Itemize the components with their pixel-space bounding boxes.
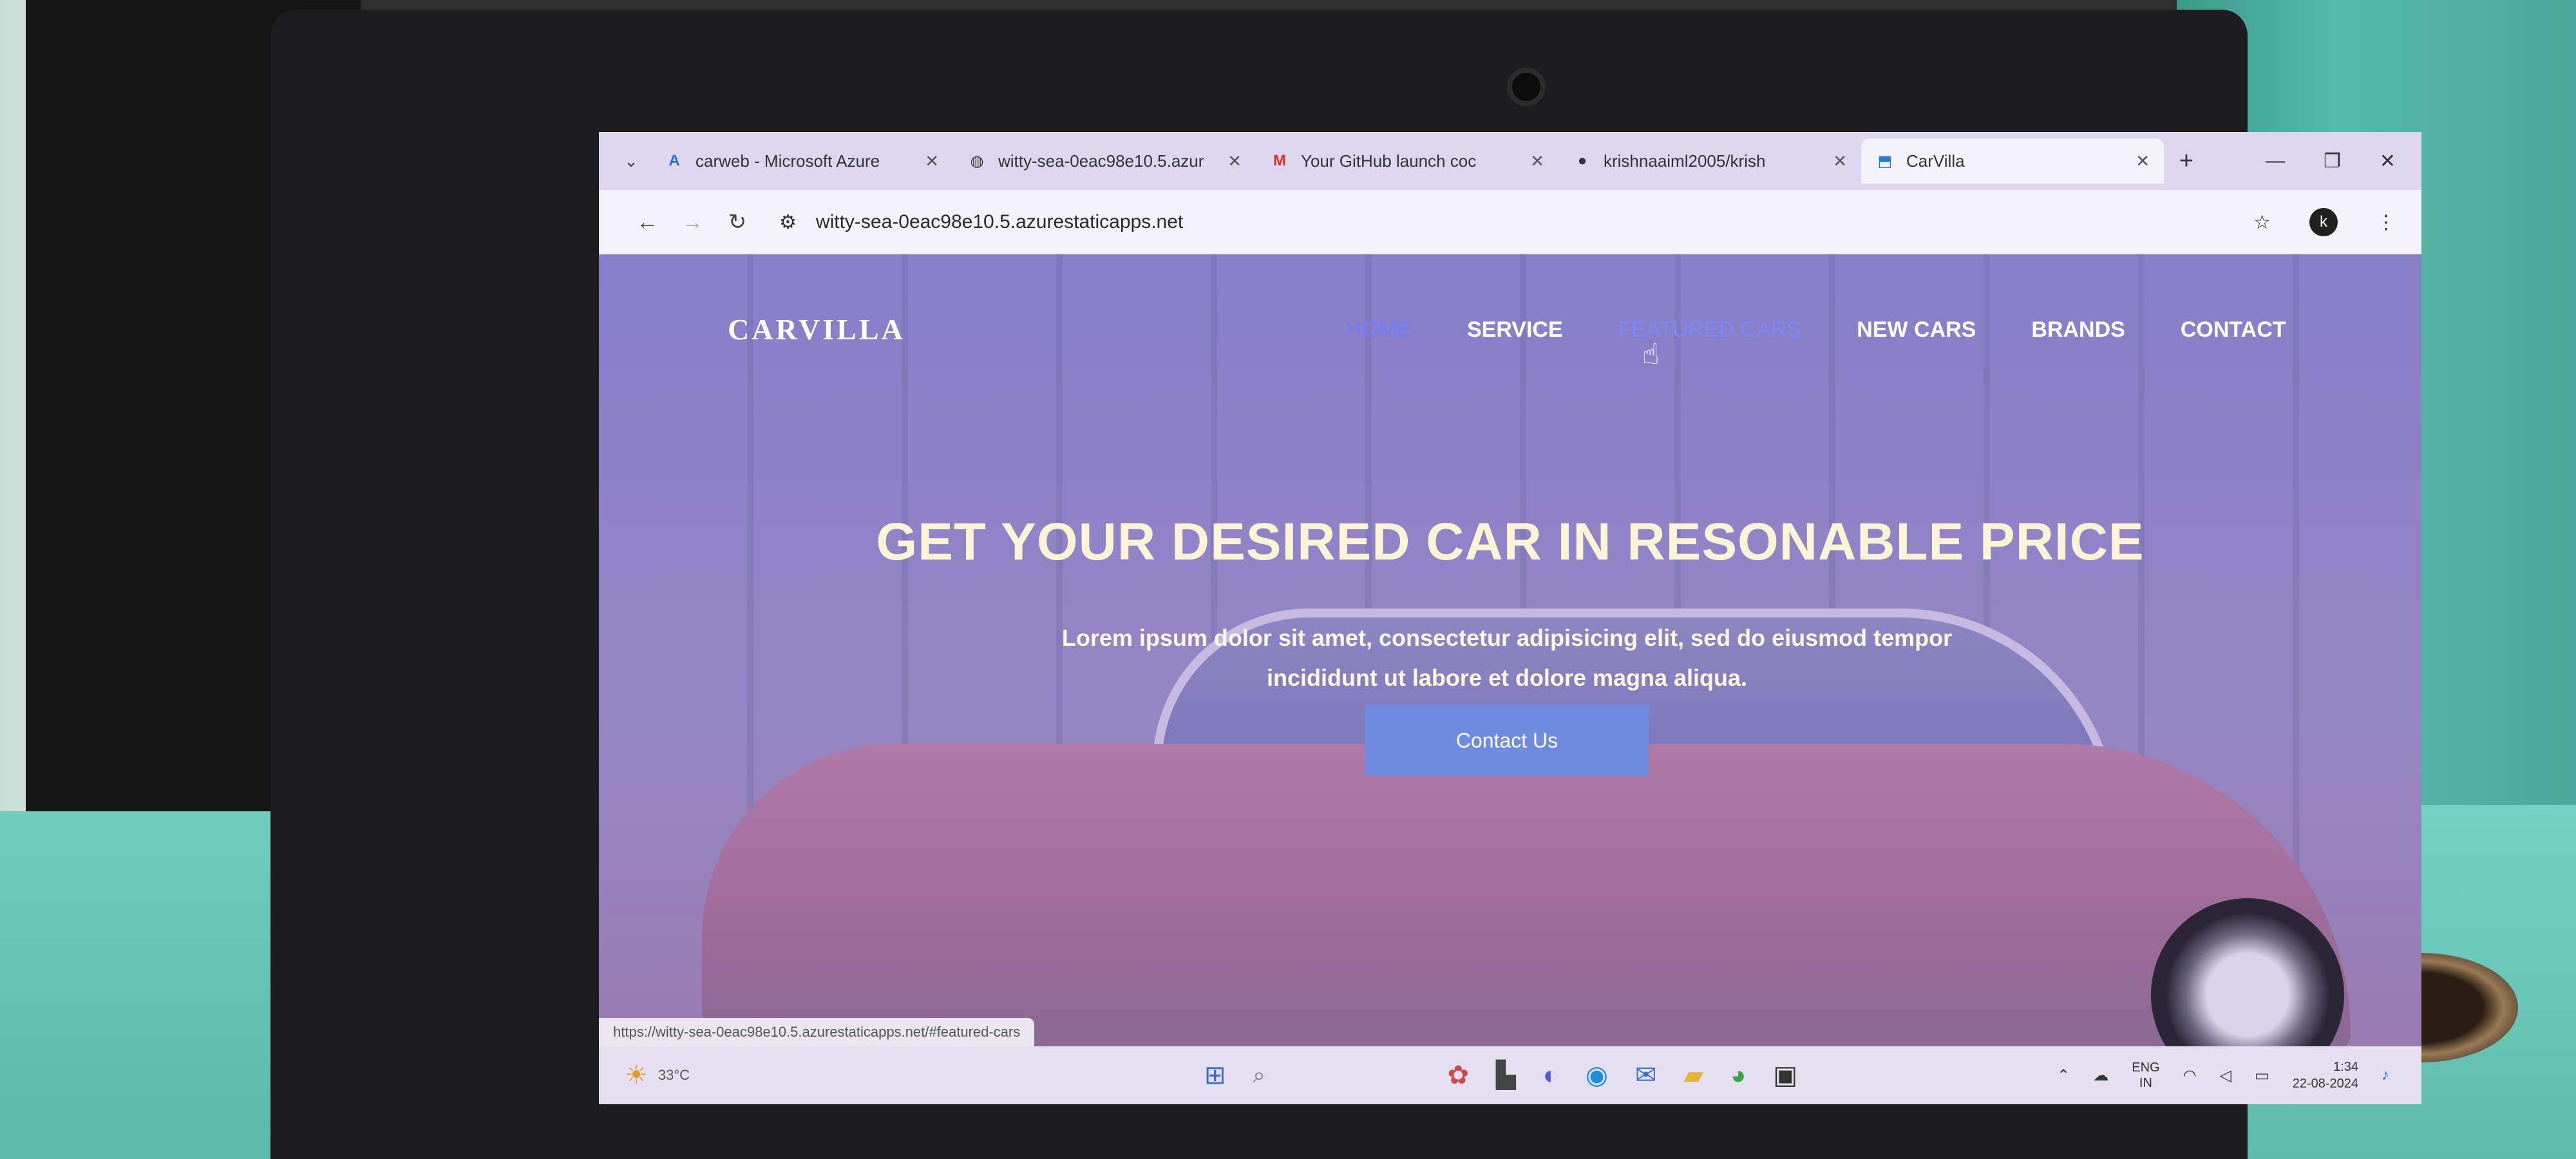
battery-icon[interactable]: ▭ (2255, 1066, 2269, 1085)
mail-icon[interactable]: ✉ (1635, 1060, 1657, 1090)
chat-icon[interactable]: ◐ (1543, 1061, 1558, 1090)
tab-title: witty-sea-0eac98e10.5.azur (998, 151, 1204, 171)
close-icon[interactable]: ✕ (1227, 151, 1242, 171)
browser-tabstrip: ⌄ A carweb - Microsoft Azure ✕ ◍ witty-s… (599, 132, 2421, 190)
system-tray: ⌃ ☁ ENG IN ◠ ◁ ▭ 1:34 22-08-2024 ♪ (2057, 1059, 2421, 1092)
taskbar-apps: ⊞ ⌕ ✿ ▙ ◐ ◉ ✉ ▰ ◕ ▣ (1204, 1060, 1797, 1090)
clock-date: 22-08-2024 (2292, 1077, 2358, 1091)
close-window-icon[interactable]: ✕ (2380, 150, 2396, 173)
car-image-body (702, 744, 2351, 1053)
flower-app-icon[interactable]: ✿ (1448, 1060, 1470, 1090)
webcam (1507, 68, 1546, 106)
tab-carvilla[interactable]: ⬒ CarVilla ✕ (1861, 138, 2164, 184)
contact-us-button[interactable]: Contact Us (1365, 705, 1649, 776)
hero-title: GET YOUR DESIRED CAR IN RESONABLE PRICE (876, 513, 2145, 571)
search-icon: ⌕ (1253, 1062, 1265, 1088)
address-bar[interactable]: ⚙ witty-sea-0eac98e10.5.azurestaticapps.… (779, 211, 1183, 234)
close-icon[interactable]: ✕ (2136, 151, 2150, 171)
gmail-icon: M (1273, 152, 1286, 169)
hero-description-line-1: Lorem ipsum dolor sit amet, consectetur … (1061, 625, 1953, 651)
weather-widget[interactable]: ☀ 33°C (599, 1060, 857, 1090)
hero-description-line-2: incididunt ut labore et dolore magna ali… (1266, 664, 1748, 691)
carvilla-icon: ⬒ (1877, 152, 1893, 170)
nav-service[interactable]: SERVICE (1467, 317, 1563, 343)
toolbar-actions: ☆ k ⋮ (2253, 208, 2396, 236)
hero-description: Lorem ipsum dolor sit amet, consectetur … (1050, 618, 1964, 698)
url-text[interactable]: witty-sea-0eac98e10.5.azurestaticapps.ne… (816, 211, 1183, 233)
edge-browser-icon[interactable]: ◉ (1586, 1060, 1608, 1090)
tab-title: CarVilla (1906, 151, 1965, 171)
onedrive-icon[interactable]: ☁ (2093, 1066, 2108, 1085)
tab-title: Your GitHub launch coc (1301, 151, 1477, 171)
weather-sun-icon: ☀ (625, 1061, 648, 1089)
windows-start-icon[interactable]: ⊞ (1204, 1060, 1226, 1090)
clock-time: 1:34 (2333, 1060, 2358, 1074)
tab-witty-sea[interactable]: ◍ witty-sea-0eac98e10.5.azur ✕ (953, 138, 1256, 184)
nav-home[interactable]: HOME (1346, 317, 1412, 343)
azure-icon: A (668, 152, 680, 169)
terminal-icon[interactable]: ▣ (1773, 1060, 1797, 1090)
tab-github[interactable]: ● krishnaaiml2005/krish ✕ (1558, 138, 1861, 184)
restore-icon[interactable]: ❐ (2324, 150, 2341, 173)
close-icon[interactable]: ✕ (1530, 151, 1544, 171)
language-code: ENG (2132, 1060, 2160, 1075)
nav-contact[interactable]: CONTACT (2181, 317, 2286, 343)
globe-icon: ◍ (970, 152, 984, 170)
menu-kebab-icon[interactable]: ⋮ (2376, 211, 2396, 234)
nav-brands[interactable]: BRANDS (2031, 317, 2125, 343)
back-arrow-icon[interactable]: ← (625, 210, 670, 235)
tab-title: carweb - Microsoft Azure (696, 151, 880, 171)
input-language[interactable]: ENG IN (2132, 1060, 2159, 1091)
taskbar-search[interactable]: ⌕ (1253, 1063, 1421, 1088)
github-icon: ● (1577, 152, 1587, 169)
profile-avatar[interactable]: k (2309, 208, 2338, 236)
tab-gmail[interactable]: M Your GitHub launch coc ✕ (1256, 138, 1558, 184)
tab-title: krishnaaiml2005/krish (1604, 151, 1766, 171)
notification-bell-icon[interactable]: ♪ (2382, 1066, 2389, 1084)
close-icon[interactable]: ✕ (1833, 151, 1847, 171)
tab-search-chevron-icon[interactable]: ⌄ (612, 151, 650, 171)
laptop-screen: ⌄ A carweb - Microsoft Azure ✕ ◍ witty-s… (599, 132, 2421, 1104)
new-tab-button[interactable]: + (2164, 147, 2209, 175)
laptop-bezel: ⌄ A carweb - Microsoft Azure ✕ ◍ witty-s… (270, 10, 2421, 1159)
file-explorer-icon[interactable]: ▰ (1683, 1060, 1703, 1090)
forward-arrow-icon[interactable]: → (670, 210, 715, 235)
bookmark-star-icon[interactable]: ☆ (2253, 211, 2271, 234)
widgets-icon[interactable]: ▙ (1496, 1060, 1516, 1090)
chrome-browser-icon[interactable]: ◕ (1730, 1061, 1746, 1090)
volume-icon[interactable]: ◁ (2220, 1066, 2231, 1085)
status-bar-url: https://witty-sea-0eac98e10.5.azurestati… (599, 1018, 1035, 1046)
tray-chevron-up-icon[interactable]: ⌃ (2057, 1066, 2070, 1085)
system-clock[interactable]: 1:34 22-08-2024 (2293, 1059, 2358, 1092)
minimize-icon[interactable]: — (2266, 150, 2285, 173)
wifi-icon[interactable]: ◠ (2183, 1066, 2197, 1085)
hero-section: CARVILLA HOME SERVICE FEATURED CARS NEW … (599, 254, 2421, 1091)
site-logo[interactable]: CARVILLA (728, 312, 905, 346)
window-controls: — ❐ ✕ (2266, 150, 2421, 173)
windows-taskbar: ☀ 33°C ⊞ ⌕ ✿ ▙ ◐ ◉ ✉ ▰ ◕ ▣ ⌃ ☁ ENG IN ◠ … (599, 1046, 2421, 1104)
weather-temperature: 33°C (658, 1067, 690, 1083)
close-icon[interactable]: ✕ (925, 151, 939, 171)
region-code: IN (2139, 1076, 2152, 1090)
site-settings-icon[interactable]: ⚙ (779, 211, 797, 234)
tab-azure[interactable]: A carweb - Microsoft Azure ✕ (650, 138, 953, 184)
browser-toolbar: ← → ↻ ⚙ witty-sea-0eac98e10.5.azurestati… (599, 190, 2421, 254)
hand-cursor-icon: ☝ (1642, 339, 1660, 370)
reload-icon[interactable]: ↻ (715, 209, 760, 235)
site-nav: HOME SERVICE FEATURED CARS NEW CARS BRAN… (1346, 317, 2286, 343)
nav-new-cars[interactable]: NEW CARS (1857, 317, 1976, 343)
